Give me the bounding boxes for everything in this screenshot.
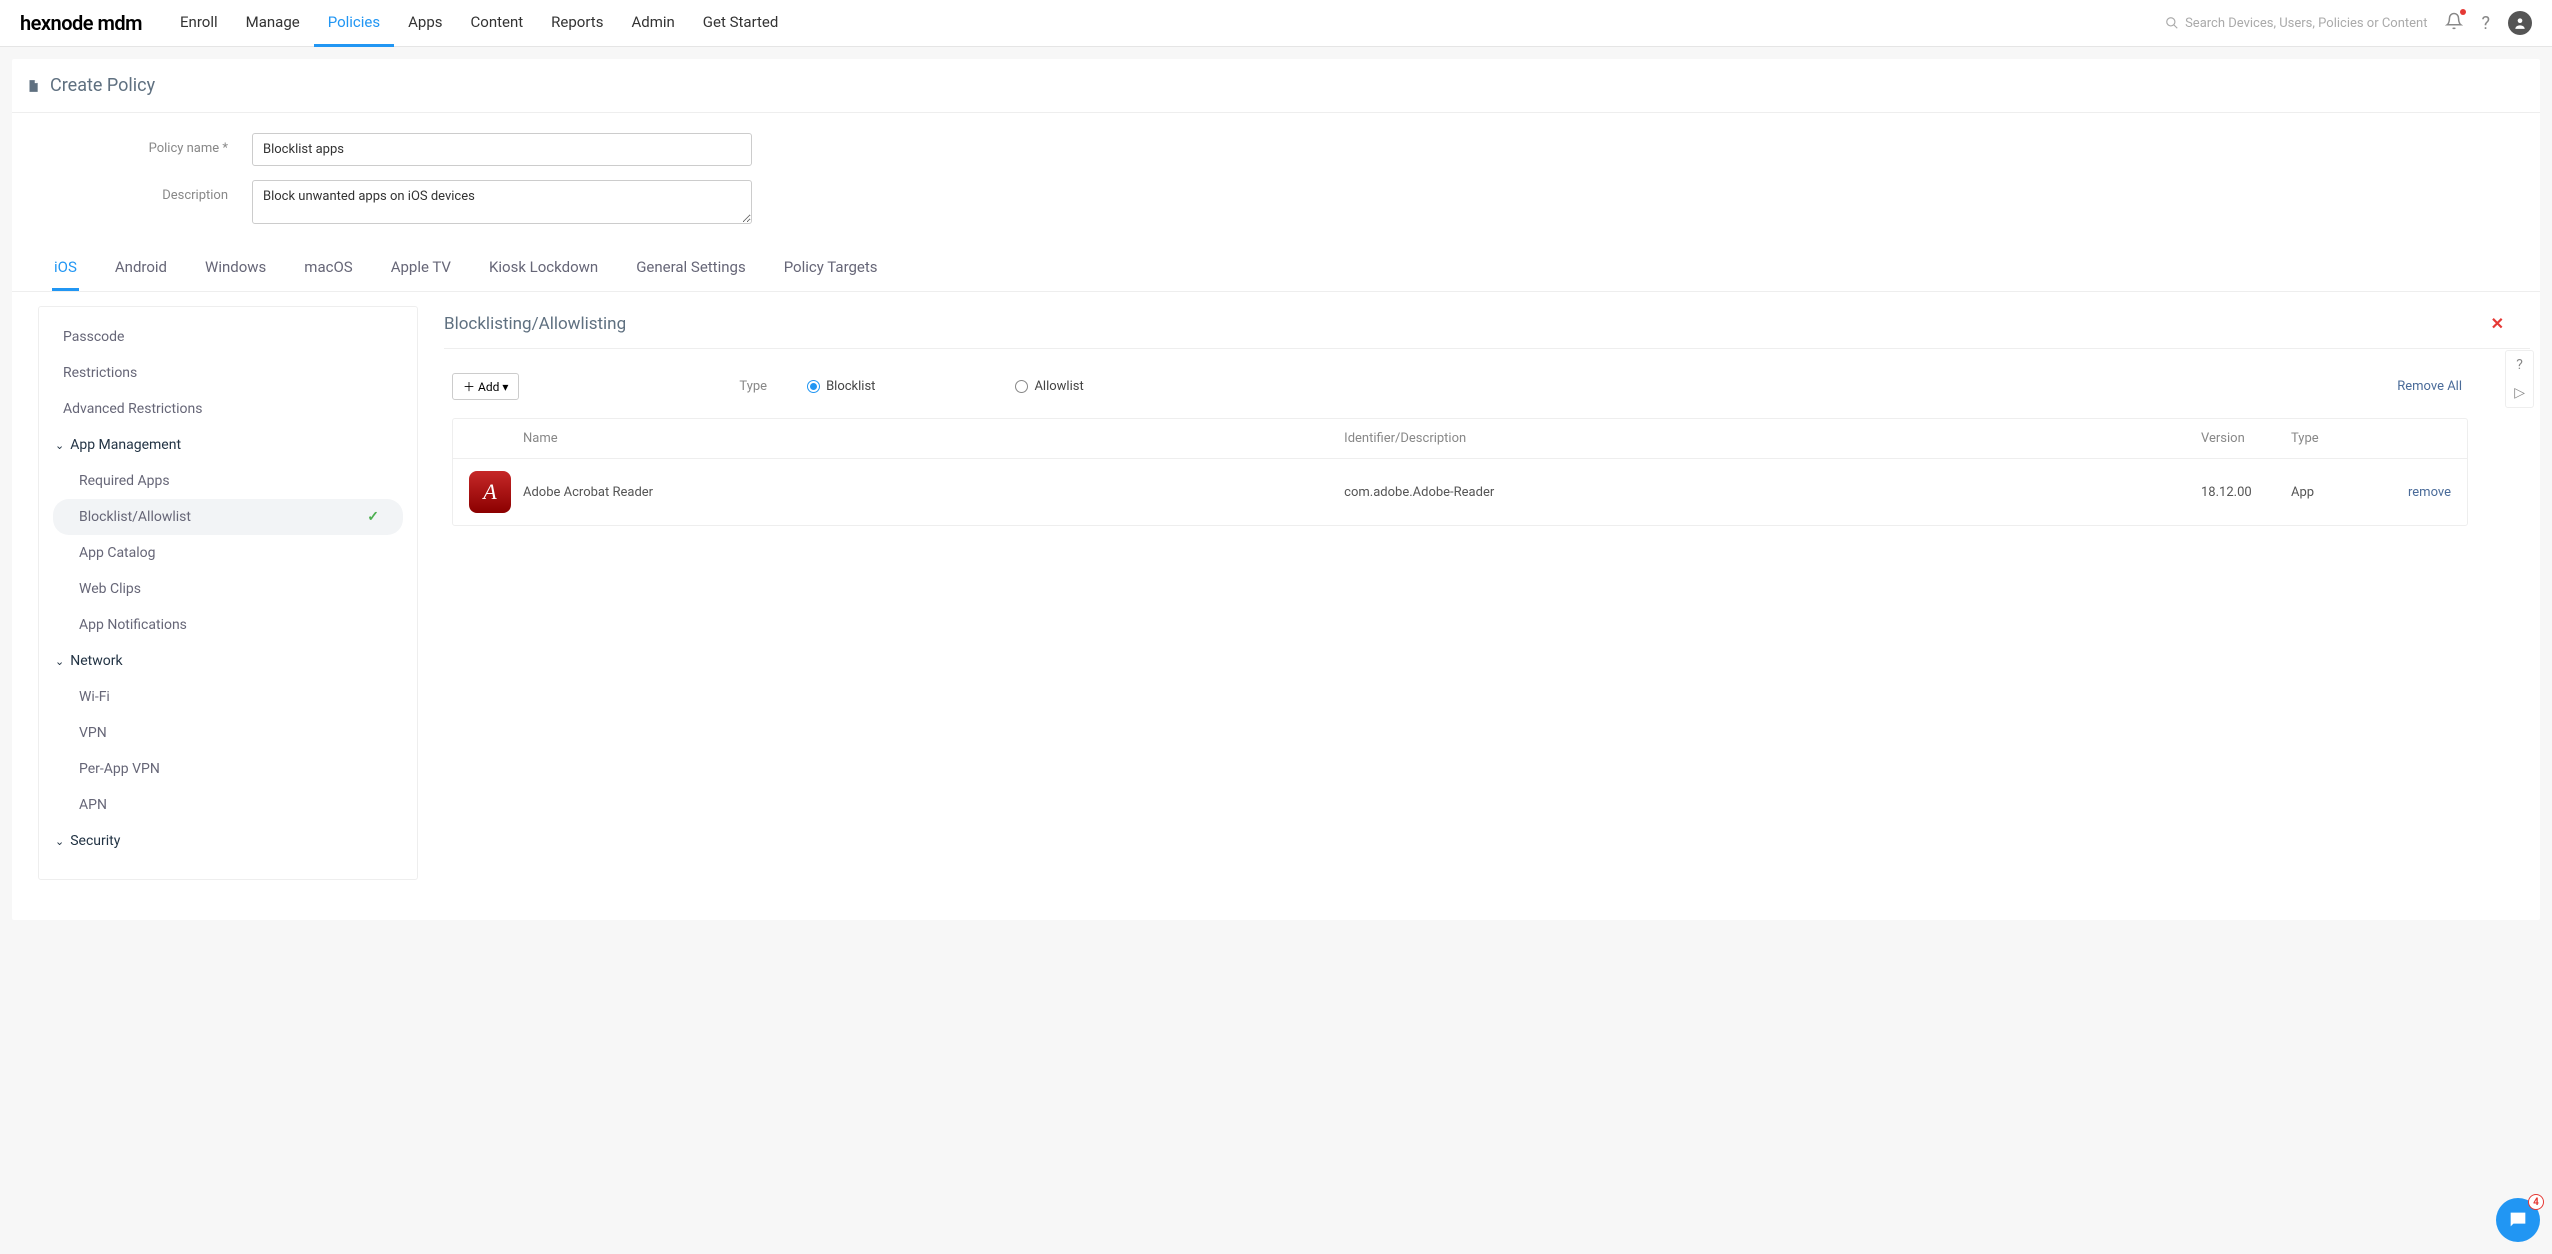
- topbar-right: Search Devices, Users, Policies or Conte…: [2165, 11, 2532, 35]
- chat-badge: 4: [2528, 1194, 2544, 1210]
- sidebar-section-label: App Management: [70, 437, 181, 453]
- sidebar-blocklist-allowlist[interactable]: Blocklist/Allowlist ✓: [53, 499, 403, 535]
- type-radio-group: Blocklist Allowlist: [807, 379, 1084, 394]
- caret-down-icon: ▾: [502, 380, 508, 394]
- topbar: hexnode mdm Enroll Manage Policies Apps …: [0, 0, 2552, 47]
- sidebar-apn[interactable]: APN: [39, 787, 417, 823]
- search-icon: [2165, 16, 2179, 30]
- platform-tabs: iOS Android Windows macOS Apple TV Kiosk…: [12, 248, 2540, 292]
- tab-android[interactable]: Android: [113, 248, 169, 291]
- user-avatar[interactable]: [2508, 11, 2532, 35]
- topnav: Enroll Manage Policies Apps Content Repo…: [166, 0, 792, 47]
- sidebar-section-label: Network: [70, 653, 122, 669]
- ios-content: Passcode Restrictions Advanced Restricti…: [12, 292, 2540, 920]
- policy-sidebar: Passcode Restrictions Advanced Restricti…: [38, 306, 418, 880]
- chat-button[interactable]: 4: [2496, 1198, 2540, 1242]
- col-name: Name: [523, 431, 1344, 446]
- close-panel-button[interactable]: ✕: [2491, 314, 2504, 333]
- page-header: Create Policy: [12, 59, 2540, 113]
- radio-dot-icon: [807, 380, 820, 393]
- radio-dot-icon: [1015, 380, 1028, 393]
- sidebar-advanced-restrictions[interactable]: Advanced Restrictions: [39, 391, 417, 427]
- tab-ios[interactable]: iOS: [52, 248, 79, 291]
- topnav-reports[interactable]: Reports: [537, 0, 617, 47]
- plus-icon: ＋: [463, 378, 475, 395]
- sidebar-app-notifications[interactable]: App Notifications: [39, 607, 417, 643]
- sidebar-vpn[interactable]: VPN: [39, 715, 417, 751]
- sidebar-section-network[interactable]: ⌄ Network: [39, 643, 417, 679]
- sidebar-restrictions[interactable]: Restrictions: [39, 355, 417, 391]
- cell-type: App: [2291, 485, 2381, 500]
- topnav-enroll[interactable]: Enroll: [166, 0, 232, 47]
- topnav-apps[interactable]: Apps: [394, 0, 456, 47]
- notification-badge: [2460, 9, 2466, 15]
- sidebar-section-security[interactable]: ⌄ Security: [39, 823, 417, 859]
- sidebar-passcode[interactable]: Passcode: [39, 319, 417, 355]
- topnav-get-started[interactable]: Get Started: [689, 0, 793, 47]
- radio-label: Blocklist: [826, 379, 875, 394]
- chevron-down-icon: ⌄: [55, 655, 64, 668]
- add-button-label: Add: [478, 380, 499, 394]
- app-table: Name Identifier/Description Version Type…: [452, 418, 2468, 526]
- panel-side-tools: ? ▷: [2505, 350, 2534, 408]
- radio-allowlist[interactable]: Allowlist: [1015, 379, 1083, 394]
- policy-form: Policy name * Description: [12, 113, 2540, 248]
- col-version: Version: [2201, 431, 2291, 446]
- check-icon: ✓: [367, 509, 379, 525]
- policy-name-input[interactable]: [252, 133, 752, 166]
- tab-appletv[interactable]: Apple TV: [389, 248, 453, 291]
- col-identifier: Identifier/Description: [1344, 431, 2201, 446]
- sidebar-section-app-management[interactable]: ⌄ App Management: [39, 427, 417, 463]
- col-type: Type: [2291, 431, 2381, 446]
- cell-identifier: com.adobe.Adobe-Reader: [1344, 485, 2201, 500]
- sidebar-app-catalog[interactable]: App Catalog: [39, 535, 417, 571]
- topnav-content[interactable]: Content: [457, 0, 538, 47]
- topnav-admin[interactable]: Admin: [617, 0, 688, 47]
- chevron-down-icon: ⌄: [55, 835, 64, 848]
- policy-name-label: Policy name *: [52, 133, 252, 156]
- main-panel: Blocklisting/Allowlisting ✕ ? ▷ ＋ Add ▾ …: [418, 306, 2540, 880]
- policy-desc-input[interactable]: [252, 180, 752, 224]
- sidebar-section-label: Security: [70, 833, 120, 849]
- controls-row: ＋ Add ▾ Type Blocklist Allowlist Remove …: [444, 349, 2530, 410]
- tab-windows[interactable]: Windows: [203, 248, 268, 291]
- sidebar-wifi[interactable]: Wi-Fi: [39, 679, 417, 715]
- sidebar-web-clips[interactable]: Web Clips: [39, 571, 417, 607]
- topnav-manage[interactable]: Manage: [232, 0, 314, 47]
- panel-title: Blocklisting/Allowlisting: [444, 306, 2530, 349]
- chevron-down-icon: ⌄: [55, 439, 64, 452]
- remove-all-link[interactable]: Remove All: [2397, 379, 2462, 394]
- topnav-policies[interactable]: Policies: [314, 0, 394, 47]
- cell-version: 18.12.00: [2201, 485, 2291, 500]
- tab-general[interactable]: General Settings: [634, 248, 748, 291]
- panel-help-button[interactable]: ?: [2506, 351, 2533, 379]
- app-icon: A: [469, 471, 511, 513]
- page-container: Create Policy Policy name * Description …: [12, 59, 2540, 920]
- table-header: Name Identifier/Description Version Type: [453, 419, 2467, 459]
- cell-name: Adobe Acrobat Reader: [523, 485, 1344, 500]
- policy-desc-label: Description: [52, 180, 252, 203]
- search-placeholder: Search Devices, Users, Policies or Conte…: [2185, 16, 2427, 31]
- radio-blocklist[interactable]: Blocklist: [807, 379, 875, 394]
- panel-play-button[interactable]: ▷: [2506, 379, 2533, 407]
- document-icon: [26, 78, 40, 94]
- page-title: Create Policy: [50, 75, 155, 96]
- tab-targets[interactable]: Policy Targets: [782, 248, 880, 291]
- type-label: Type: [739, 379, 767, 394]
- remove-row-link[interactable]: remove: [2408, 485, 2451, 500]
- search-input[interactable]: Search Devices, Users, Policies or Conte…: [2165, 16, 2427, 31]
- radio-label: Allowlist: [1034, 379, 1083, 394]
- sidebar-item-label: Blocklist/Allowlist: [79, 509, 191, 525]
- table-row: A Adobe Acrobat Reader com.adobe.Adobe-R…: [453, 459, 2467, 525]
- help-button[interactable]: ?: [2481, 13, 2490, 34]
- brand-logo: hexnode mdm: [20, 11, 142, 35]
- add-button[interactable]: ＋ Add ▾: [452, 373, 519, 400]
- avatar-icon: [2513, 16, 2527, 30]
- tab-macos[interactable]: macOS: [302, 248, 354, 291]
- notifications-button[interactable]: [2445, 12, 2463, 34]
- chat-icon: [2507, 1209, 2529, 1231]
- sidebar-per-app-vpn[interactable]: Per-App VPN: [39, 751, 417, 787]
- sidebar-required-apps[interactable]: Required Apps: [39, 463, 417, 499]
- tab-kiosk[interactable]: Kiosk Lockdown: [487, 248, 600, 291]
